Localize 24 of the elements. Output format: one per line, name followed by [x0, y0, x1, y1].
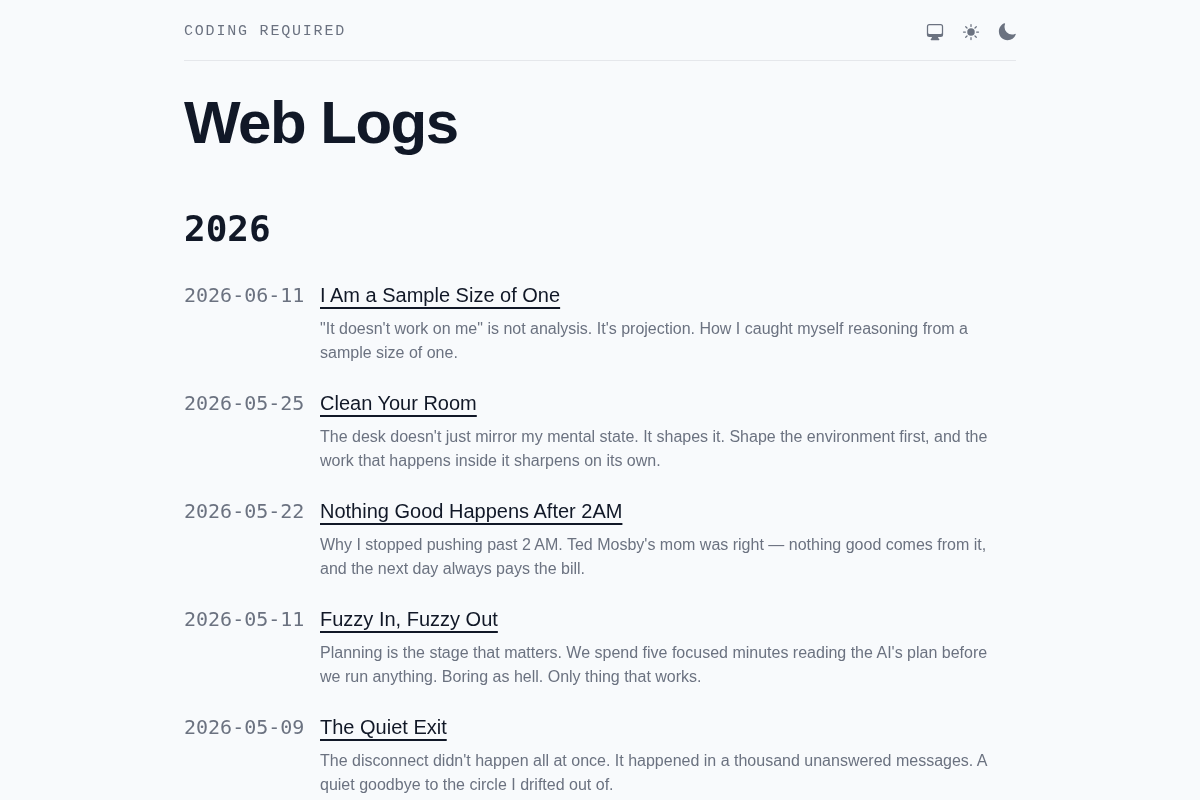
post-title-link[interactable]: Nothing Good Happens After 2AM	[320, 500, 623, 522]
monitor-icon	[925, 21, 945, 42]
post-summary: The disconnect didn't happen all at once. It happened in a thousand unanswered messages. A quiet goodbye to the circle I drifted out of.	[320, 751, 989, 795]
sun-icon	[961, 21, 981, 42]
post-title-link[interactable]: I Am a Sample Size of One	[320, 284, 561, 306]
post-summary: "It doesn't work on me" is not analysis. It's projection. How I caught myself reasoning from a sample size of one.	[320, 319, 969, 363]
year-heading: 2026	[184, 211, 271, 247]
post-date: 2026-05-25	[184, 391, 305, 415]
post-date: 2026-05-09	[184, 715, 305, 739]
post-summary: Planning is the stage that matters. We spend five focused minutes reading the AI's plan before we run anything. Boring as hell. Only thing that works.	[320, 643, 989, 687]
post-title-link[interactable]: The Quiet Exit	[320, 716, 447, 738]
light-theme-button[interactable]	[961, 21, 981, 42]
dark-theme-button[interactable]	[997, 21, 1017, 42]
post-summary: The desk doesn't just mirror my mental state. It shapes it. Shape the environment first, and the work that happens inside it sharpens on its own.	[320, 427, 989, 471]
post-date: 2026-06-11	[184, 283, 305, 307]
post-date: 2026-05-22	[184, 499, 305, 523]
post-title-link[interactable]: Clean Your Room	[320, 392, 477, 414]
moon-icon	[997, 21, 1017, 42]
post-summary: Why I stopped pushing past 2 AM. Ted Mosby's mom was right — nothing good comes from it, and the next day always pays the bill.	[320, 535, 988, 579]
post-date: 2026-05-11	[184, 607, 305, 631]
page-title: Web Logs	[184, 93, 458, 153]
system-theme-button[interactable]	[925, 21, 945, 42]
site-title-link[interactable]: CODING REQUIRED	[184, 21, 347, 42]
post-title-link[interactable]: Fuzzy In, Fuzzy Out	[320, 608, 498, 630]
